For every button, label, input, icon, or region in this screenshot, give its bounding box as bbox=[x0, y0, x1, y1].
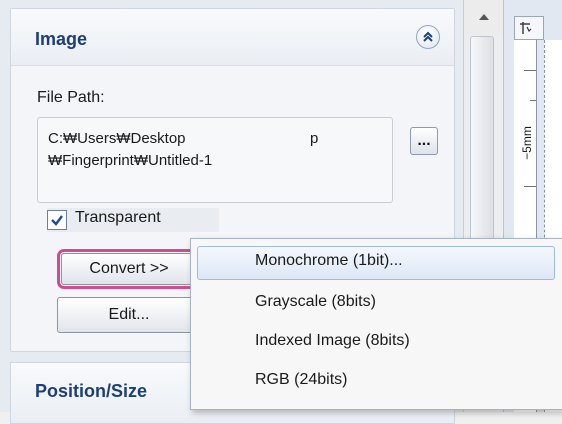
position-size-title: Position/Size bbox=[35, 381, 148, 401]
ruler-tick bbox=[530, 100, 536, 101]
menu-item-rgb[interactable]: RGB (24bits) bbox=[191, 363, 562, 399]
transparent-checkbox[interactable] bbox=[47, 210, 67, 230]
menu-item-label: Indexed Image (8bits) bbox=[255, 332, 410, 349]
menu-item-label: Grayscale (8bits) bbox=[255, 293, 376, 310]
convert-button[interactable]: Convert >> bbox=[57, 249, 201, 289]
transparent-checkbox-row[interactable]: Transparent bbox=[47, 208, 219, 232]
ruler-corner-icon[interactable] bbox=[514, 16, 536, 40]
file-path-field[interactable]: C:₩Users₩Desktop p ₩Fingerprint₩Untitled… bbox=[37, 117, 393, 203]
transparent-label: Transparent bbox=[75, 209, 161, 226]
file-path-suffix: p bbox=[310, 130, 319, 147]
menu-item-grayscale[interactable]: Grayscale (8bits) bbox=[191, 285, 562, 321]
image-section-title: Image bbox=[35, 29, 88, 49]
ruler-tick bbox=[524, 186, 536, 187]
ruler-corner-glyph bbox=[520, 22, 532, 34]
checkmark-icon bbox=[51, 215, 63, 226]
ruler-label: −5mm bbox=[519, 126, 534, 160]
double-chevron-up-icon bbox=[423, 31, 433, 42]
triangle-up-icon bbox=[479, 14, 489, 20]
image-section-header[interactable]: Image bbox=[11, 9, 454, 66]
convert-menu: Monochrome (1bit)... Grayscale (8bits) I… bbox=[190, 238, 562, 410]
browse-button[interactable]: ... bbox=[410, 127, 438, 155]
ruler-tab bbox=[535, 16, 544, 40]
file-path-line-1: C:₩Users₩Desktop bbox=[48, 130, 186, 147]
file-path-line-2: ₩Fingerprint₩Untitled-1 bbox=[48, 152, 213, 169]
edit-button[interactable]: Edit... bbox=[57, 297, 201, 333]
collapse-button[interactable] bbox=[416, 25, 440, 49]
menu-item-indexed-image[interactable]: Indexed Image (8bits) bbox=[191, 324, 562, 360]
menu-item-label: RGB (24bits) bbox=[255, 371, 348, 388]
menu-item-monochrome[interactable]: Monochrome (1bit)... bbox=[191, 243, 562, 280]
scroll-up-button[interactable] bbox=[464, 0, 504, 34]
ruler-tick bbox=[524, 70, 536, 71]
menu-item-label: Monochrome (1bit)... bbox=[255, 252, 403, 269]
file-path-label: File Path: bbox=[37, 89, 105, 106]
